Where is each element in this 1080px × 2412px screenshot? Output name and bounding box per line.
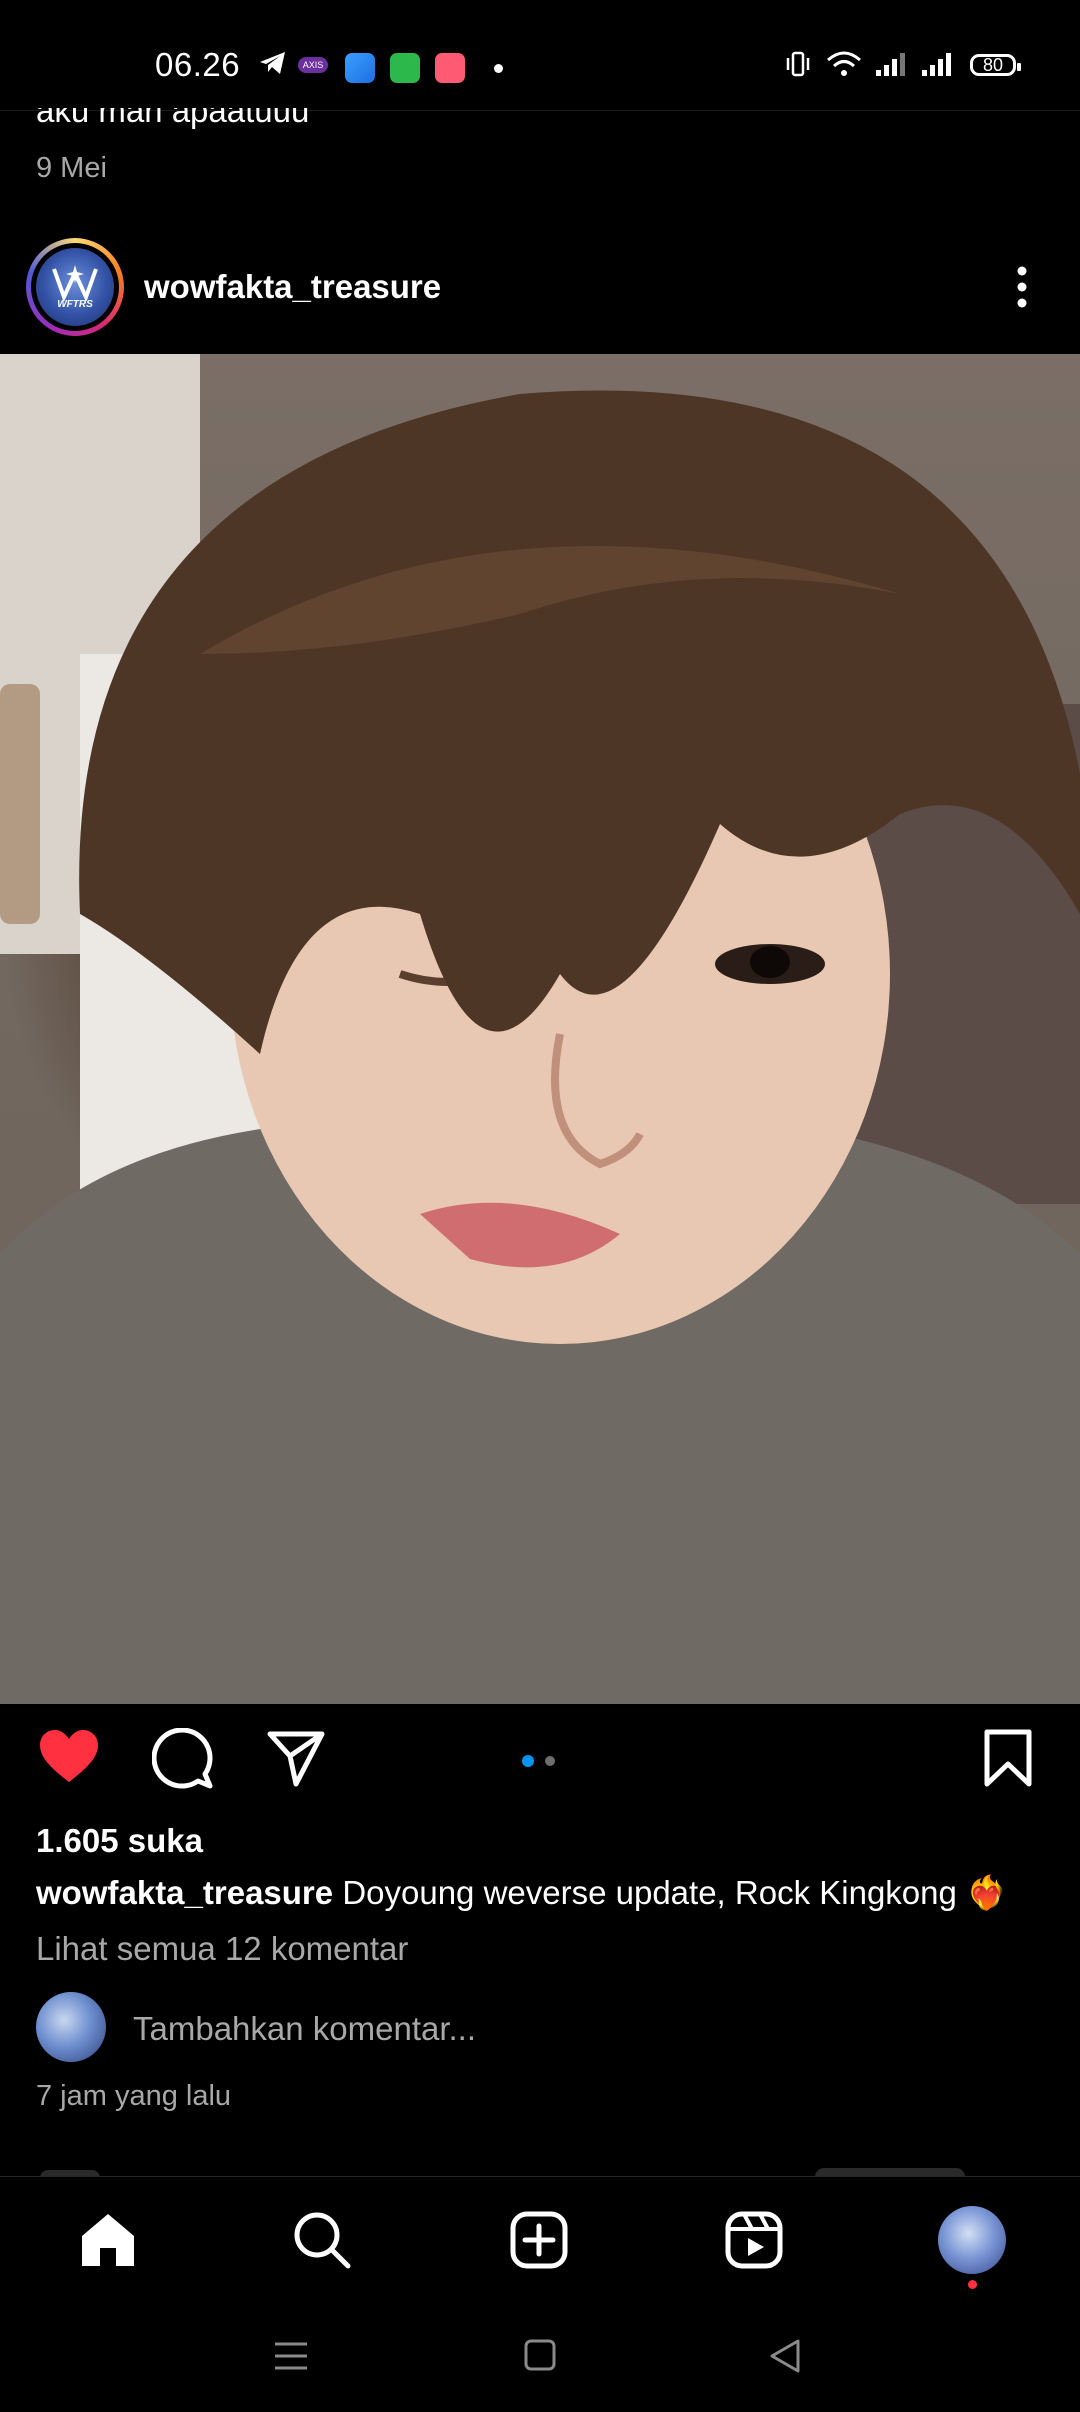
- profile-notification-dot: [968, 2280, 977, 2289]
- status-time: 06.26: [155, 46, 241, 83]
- current-user-avatar: [36, 1992, 106, 2062]
- save-bookmark-icon[interactable]: [982, 1728, 1034, 1788]
- share-send-icon[interactable]: [266, 1728, 326, 1788]
- vibrate-icon: [786, 51, 810, 77]
- comment-icon[interactable]: [152, 1728, 214, 1790]
- app-icon: [390, 53, 420, 83]
- more-options-icon[interactable]: [1010, 262, 1034, 312]
- carousel-indicator: [522, 1755, 555, 1767]
- telegram-icon: [260, 52, 285, 74]
- likes-count[interactable]: 1.605 suka: [36, 1822, 203, 1860]
- notification-dot-icon: [494, 64, 503, 73]
- home-icon[interactable]: [78, 2210, 138, 2270]
- previous-post-date: 9 Mei: [36, 152, 107, 184]
- create-post-icon[interactable]: [509, 2210, 569, 2270]
- caption-emoji: ❤️‍🔥: [966, 1874, 1008, 1911]
- view-all-comments-link[interactable]: Lihat semua 12 komentar: [36, 1930, 408, 1968]
- wifi-icon: [827, 51, 861, 76]
- wftrs-logo-icon: [52, 264, 98, 301]
- app-icon: [345, 53, 375, 83]
- post-timestamp: 7 jam yang lalu: [36, 2080, 232, 2112]
- reels-icon[interactable]: [724, 2210, 784, 2270]
- back-icon[interactable]: [768, 2338, 802, 2374]
- caption-text: Doyoung weverse update, Rock Kingkong: [342, 1874, 957, 1911]
- signal-icon: [876, 53, 905, 76]
- add-comment-input[interactable]: Tambahkan komentar...: [133, 2010, 476, 2048]
- battery-icon: 80: [970, 54, 1021, 76]
- post-caption: wowfakta_treasure Doyoung weverse update…: [36, 1874, 1007, 1913]
- signal-icon: [922, 53, 951, 76]
- post-image[interactable]: [0, 354, 1080, 1704]
- profile-avatar[interactable]: [938, 2206, 1006, 2274]
- home-square-icon[interactable]: [524, 2338, 556, 2372]
- caption-username[interactable]: wowfakta_treasure: [36, 1874, 333, 1911]
- post-username[interactable]: wowfakta_treasure: [144, 268, 441, 306]
- avatar-logo-text: WFTRS: [57, 298, 93, 310]
- search-icon[interactable]: [292, 2210, 352, 2270]
- like-heart-icon[interactable]: [38, 1728, 100, 1786]
- post-author-avatar[interactable]: WFTRS: [36, 248, 114, 326]
- app-icon: [435, 53, 465, 83]
- post-photo-illustration: [0, 354, 1080, 1704]
- menu-icon[interactable]: [272, 2338, 310, 2374]
- axis-icon: AXIS: [298, 57, 328, 73]
